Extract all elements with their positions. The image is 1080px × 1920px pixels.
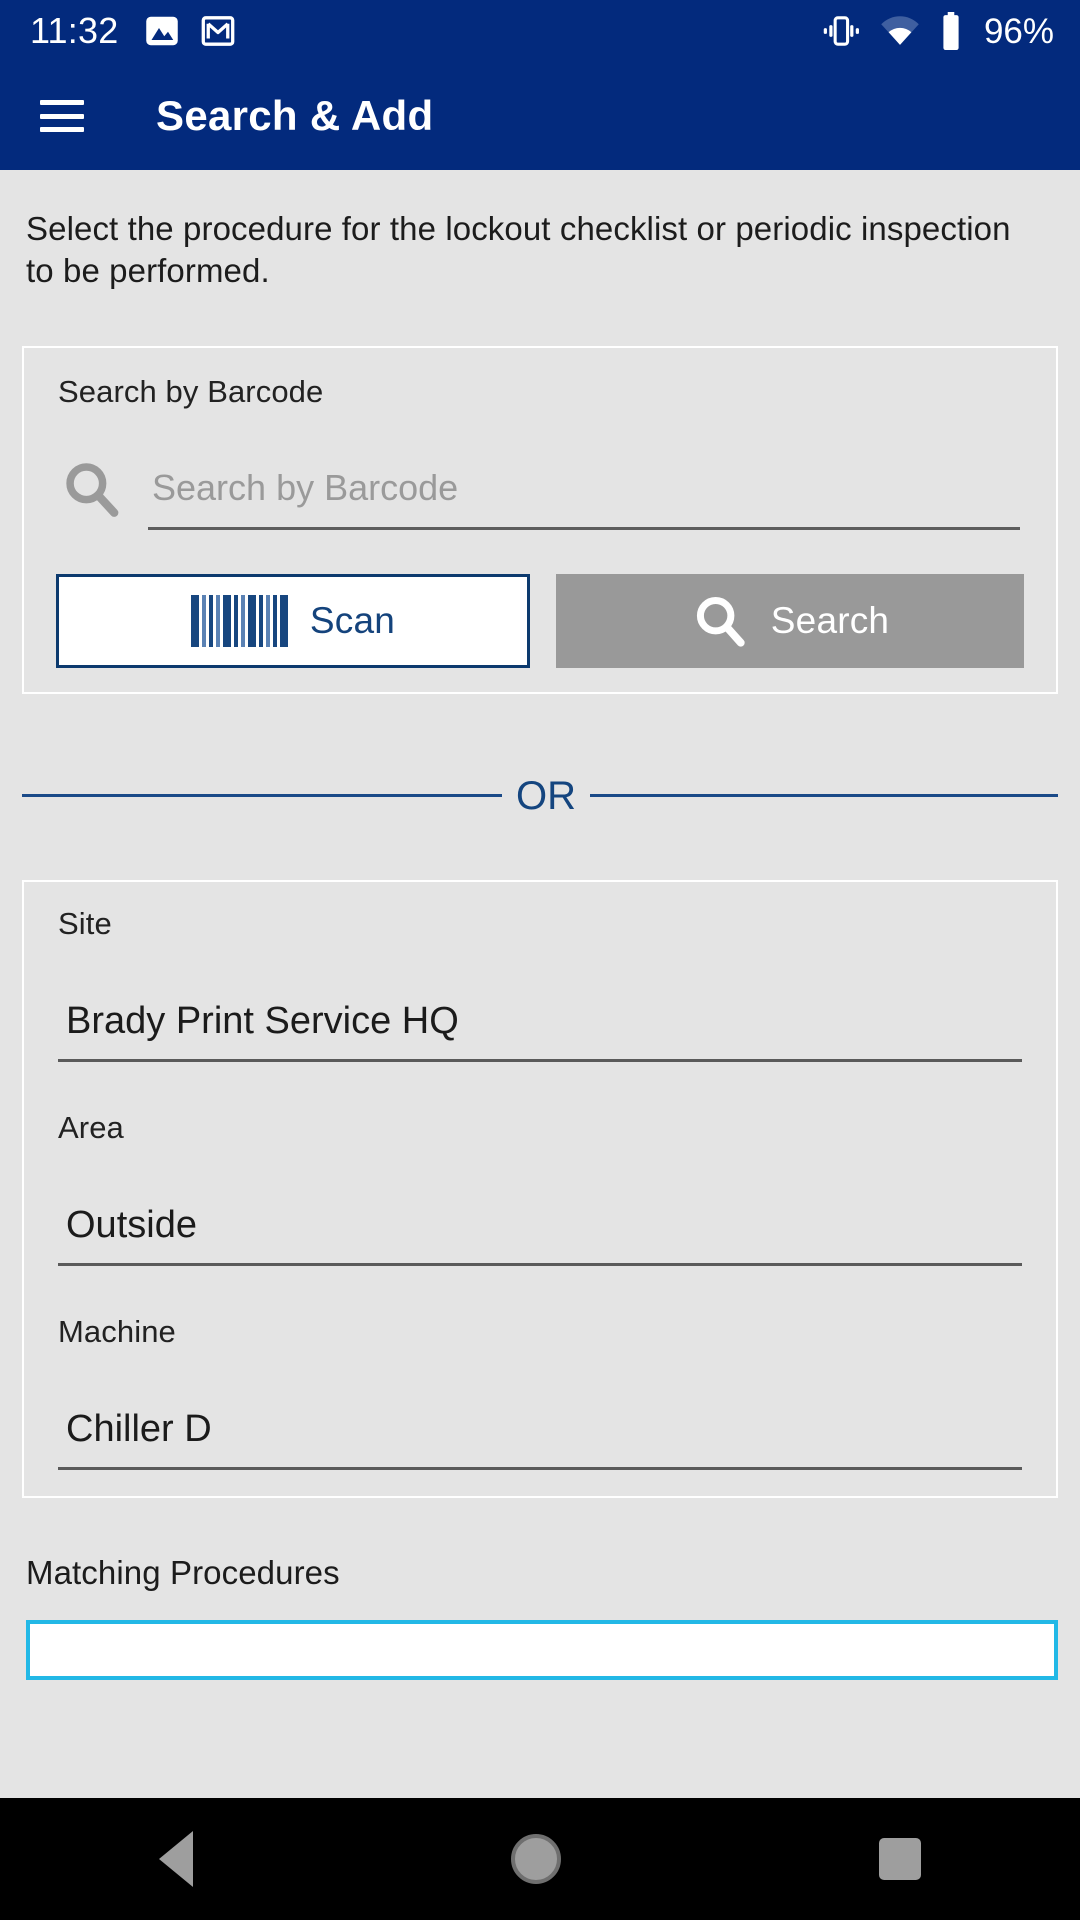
site-field[interactable]: Site Brady Print Service HQ [38, 906, 1042, 1062]
recents-square-icon[interactable] [879, 1838, 921, 1880]
status-bar: 11:32 96% [0, 0, 1080, 62]
matching-procedures-list[interactable] [26, 1619, 1058, 1680]
area-field-value[interactable]: Outside [58, 1170, 1022, 1266]
home-circle-icon[interactable] [511, 1834, 561, 1884]
back-triangle-icon[interactable] [159, 1831, 193, 1887]
search-by-barcode-heading: Search by Barcode [58, 373, 324, 409]
android-navigation-bar [0, 1798, 1080, 1920]
app-bar: Search & Add [0, 62, 1080, 170]
area-field-label: Area [58, 1109, 124, 1145]
status-bar-notification-icons [144, 13, 236, 49]
search-input[interactable] [148, 466, 1020, 530]
battery-icon [940, 12, 962, 50]
photo-icon [144, 13, 180, 49]
barcode-action-buttons: Scan Search [38, 573, 1042, 668]
site-field-value[interactable]: Brady Print Service HQ [58, 966, 1022, 1062]
search-button[interactable]: Search [556, 573, 1024, 668]
site-field-label: Site [58, 905, 112, 941]
or-divider: OR [22, 776, 1058, 816]
barcode-search-row [38, 458, 1042, 530]
search-icon [60, 458, 124, 520]
divider-rule-left [22, 794, 502, 798]
vibrate-icon [822, 14, 860, 48]
wifi-icon [880, 15, 920, 47]
barcode-input-wrapper [148, 466, 1020, 530]
search-icon [691, 592, 749, 650]
page-title: Search & Add [156, 92, 434, 139]
barcode-icon [190, 594, 288, 647]
gmail-icon [200, 13, 236, 49]
hamburger-menu-icon[interactable] [40, 100, 84, 132]
scan-button[interactable]: Scan [56, 573, 530, 668]
main-content: Select the procedure for the lockout che… [0, 170, 1080, 1920]
matching-procedures-label: Matching Procedures [26, 1553, 340, 1591]
or-label: OR [516, 773, 576, 818]
machine-field-label: Machine [58, 1313, 176, 1349]
matching-procedures-section: Matching Procedures [0, 1554, 1080, 1680]
machine-field-value[interactable]: Chiller D [58, 1374, 1022, 1470]
scan-button-label: Scan [309, 599, 396, 641]
location-selection-card: Site Brady Print Service HQ Area Outside… [22, 879, 1058, 1498]
search-by-barcode-card: Search by Barcode Scan [22, 345, 1058, 694]
area-field[interactable]: Area Outside [38, 1110, 1042, 1266]
battery-percent-label: 96% [983, 11, 1054, 51]
machine-field[interactable]: Machine Chiller D [38, 1314, 1042, 1470]
search-button-label: Search [770, 599, 890, 641]
instruction-text: Select the procedure for the lockout che… [26, 210, 1011, 289]
status-bar-clock: 11:32 [30, 10, 119, 51]
status-bar-system-icons: 96% [822, 12, 1054, 50]
divider-rule-right [590, 794, 1058, 798]
